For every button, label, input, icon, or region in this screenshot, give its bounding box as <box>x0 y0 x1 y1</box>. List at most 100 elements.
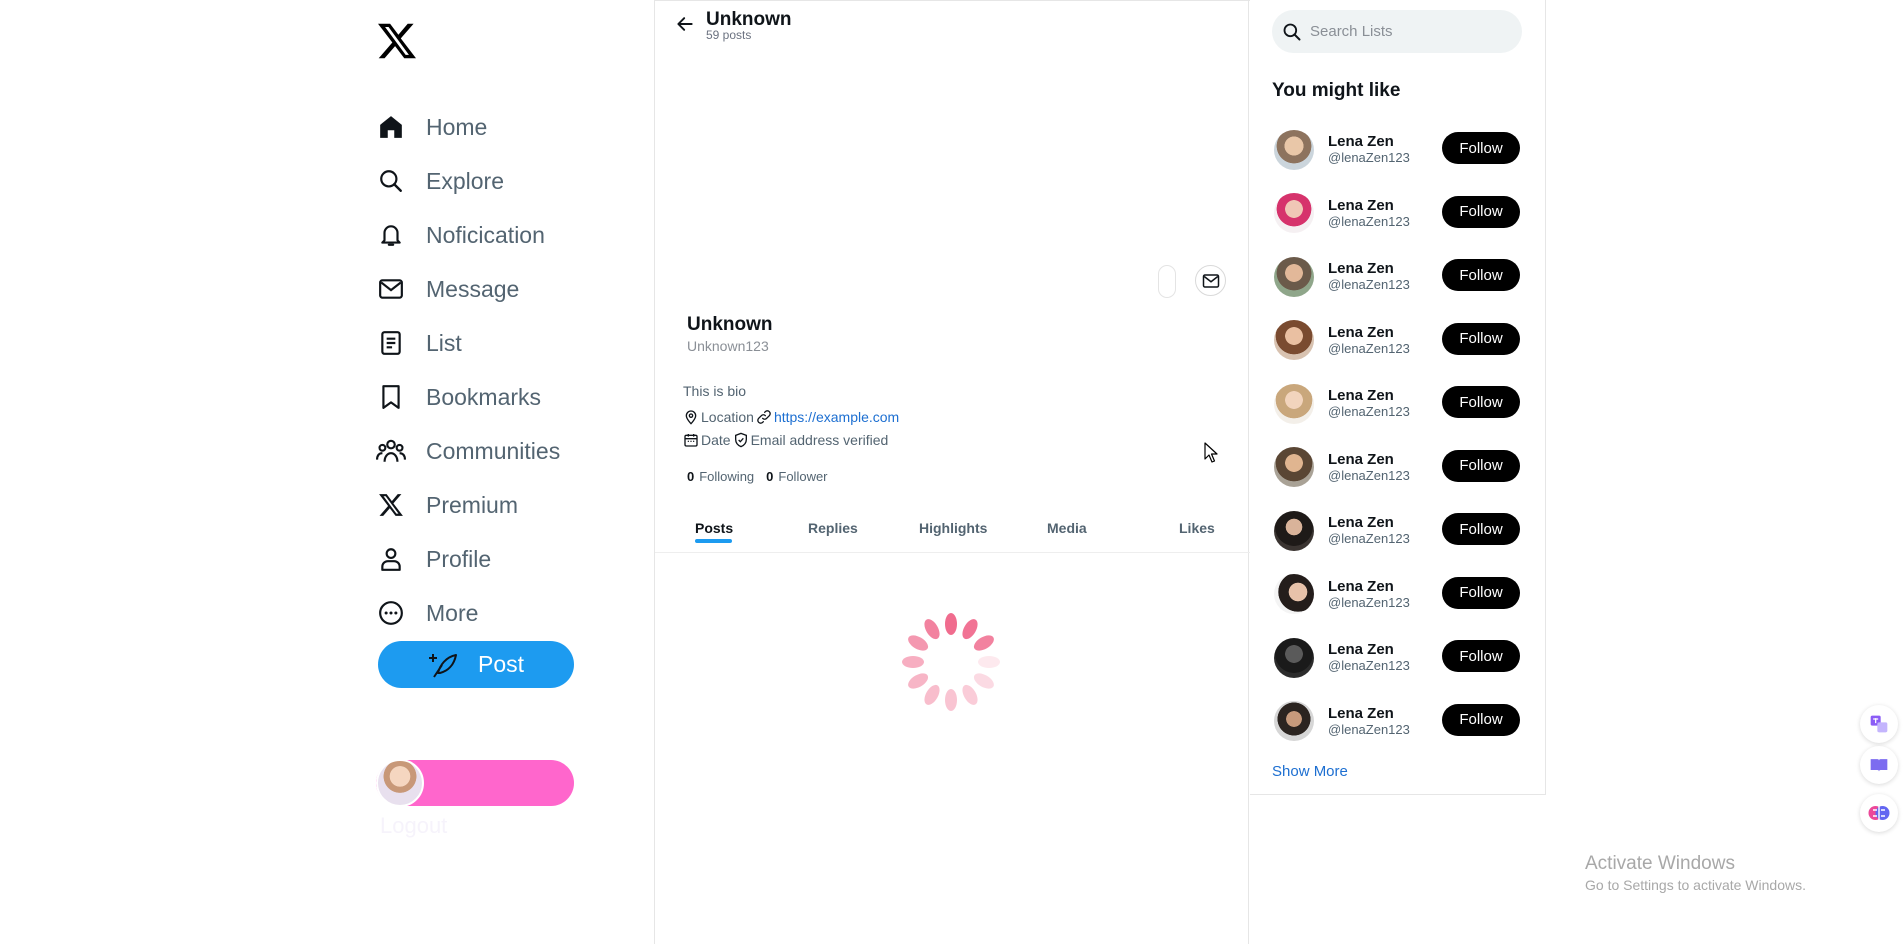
suggestion-name: Lena Zen <box>1328 577 1394 595</box>
search-bar[interactable] <box>1272 10 1522 53</box>
avatar <box>1274 193 1314 234</box>
list-item[interactable]: Lena Zen @lenaZen123 Follow <box>1274 372 1534 436</box>
people-icon <box>376 436 406 466</box>
profile-column: Unknown 59 posts Unknown Unknown123 This… <box>654 0 1250 944</box>
nav-item-label: Explore <box>426 167 504 194</box>
list-item[interactable]: Lena Zen @lenaZen123 Follow <box>1274 309 1534 373</box>
follow-button[interactable]: Follow <box>1442 449 1520 482</box>
follow-button[interactable]: Follow <box>1442 259 1520 291</box>
tab-replies[interactable]: Replies <box>808 510 858 546</box>
list-item[interactable]: Lena Zen @lenaZen123 Follow <box>1274 118 1534 182</box>
follow-button[interactable]: Follow <box>1442 322 1520 355</box>
follow-button[interactable]: Follow <box>1442 703 1520 736</box>
nav-item-home[interactable]: Home <box>376 100 596 154</box>
profile-meta-row: Date Email address verified <box>683 432 888 448</box>
suggestion-text: Lena Zen @lenaZen123 <box>1328 704 1443 737</box>
post-button[interactable]: Post <box>378 641 574 688</box>
suggestion-name: Lena Zen <box>1328 260 1394 278</box>
x-logo-icon[interactable] <box>376 22 418 60</box>
list-item[interactable]: Lena Zen @lenaZen123 Follow <box>1274 182 1534 246</box>
back-arrow-icon[interactable] <box>675 14 699 38</box>
list-icon <box>376 328 406 358</box>
avatar <box>1274 129 1314 170</box>
envelope-icon <box>376 274 406 304</box>
suggestion-text: Lena Zen @lenaZen123 <box>1328 388 1443 420</box>
profile-tabs: Posts Replies Highlights Media Likes <box>655 510 1250 553</box>
show-more-link[interactable]: Show More <box>1272 763 1348 780</box>
nav-item-notification[interactable]: Noficication <box>376 208 596 262</box>
suggestion-name: Lena Zen <box>1328 196 1394 214</box>
list-item[interactable]: Lena Zen @lenaZen123 Follow <box>1274 563 1534 627</box>
message-button[interactable] <box>1195 265 1226 296</box>
nav-item-premium[interactable]: Premium <box>376 478 596 532</box>
nav-item-label: List <box>426 329 462 356</box>
follow-button[interactable]: Follow <box>1442 640 1520 672</box>
loading-spinner <box>899 610 1003 714</box>
suggestion-name: Lena Zen <box>1328 514 1394 532</box>
follower-link[interactable]: Follower <box>778 469 827 484</box>
profile-handle: Unknown123 <box>687 338 769 354</box>
suggestions-heading: You might like <box>1272 80 1401 101</box>
profile-bio: This is bio <box>683 383 747 399</box>
profile-meta-row: Location https://example.com <box>683 409 899 425</box>
tab-media[interactable]: Media <box>1047 510 1087 546</box>
nav-item-label: Home <box>426 113 488 140</box>
follow-button[interactable]: Follow <box>1442 386 1520 418</box>
follow-button[interactable]: Follow <box>1442 195 1520 228</box>
list-item[interactable]: Lena Zen @lenaZen123 Follow <box>1274 499 1534 563</box>
active-tab-indicator <box>695 539 732 543</box>
nav-item-more[interactable]: More <box>376 586 596 640</box>
avatar <box>376 759 424 807</box>
logout-link[interactable]: Logout <box>380 813 447 839</box>
nav-item-message[interactable]: Message <box>376 262 596 316</box>
suggestion-handle: @lenaZen123 <box>1328 277 1410 293</box>
follow-stats: 0 Following 0 Follower <box>687 469 828 484</box>
suggestion-name: Lena Zen <box>1328 323 1394 341</box>
avatar <box>1274 447 1314 488</box>
list-item[interactable]: Lena Zen @lenaZen123 Follow <box>1274 626 1534 690</box>
reader-book-icon[interactable] <box>1860 746 1898 784</box>
profile-location: Location <box>701 409 754 425</box>
tab-likes[interactable]: Likes <box>1179 510 1215 546</box>
avatar <box>1274 637 1314 678</box>
verified-status: Email address verified <box>750 432 889 448</box>
search-input[interactable] <box>1310 23 1510 40</box>
nav-item-label: Premium <box>426 491 519 518</box>
suggestion-handle: @lenaZen123 <box>1328 213 1410 229</box>
account-switcher[interactable] <box>376 759 574 807</box>
search-icon <box>376 166 406 196</box>
suggestion-text: Lena Zen @lenaZen123 <box>1328 260 1443 293</box>
follow-button[interactable]: Follow <box>1442 513 1520 545</box>
nav-item-bookmarks[interactable]: Bookmarks <box>376 370 596 424</box>
nav-item-profile[interactable]: Profile <box>376 532 596 586</box>
search-icon <box>1282 22 1302 42</box>
list-item[interactable]: Lena Zen @lenaZen123 Follow <box>1274 690 1534 754</box>
suggestion-text: Lena Zen @lenaZen123 <box>1328 577 1443 610</box>
location-pin-icon <box>683 409 699 425</box>
nav-item-label: Bookmarks <box>426 383 542 410</box>
suggestion-text: Lena Zen @lenaZen123 <box>1328 514 1443 547</box>
suggestion-name: Lena Zen <box>1328 133 1394 151</box>
nav-item-label: Message <box>426 275 520 302</box>
follow-button[interactable]: Follow <box>1442 576 1520 609</box>
list-item[interactable]: Lena Zen @lenaZen123 Follow <box>1274 436 1534 500</box>
brain-ai-icon[interactable] <box>1860 794 1898 832</box>
translate-icon[interactable] <box>1860 705 1898 743</box>
avatar <box>1274 574 1314 615</box>
nav-item-explore[interactable]: Explore <box>376 154 596 208</box>
following-link[interactable]: Following <box>699 469 754 484</box>
follow-button[interactable]: Follow <box>1442 132 1520 164</box>
profile-website-link[interactable]: https://example.com <box>774 409 899 425</box>
tab-highlights[interactable]: Highlights <box>919 510 987 546</box>
suggestion-handle: @lenaZen123 <box>1328 531 1410 547</box>
avatar <box>1274 320 1314 361</box>
suggestion-name: Lena Zen <box>1328 704 1394 722</box>
edit-profile-button[interactable] <box>1158 265 1176 298</box>
nav-item-communities[interactable]: Communities <box>376 424 596 478</box>
nav-item-list[interactable]: List <box>376 316 596 370</box>
envelope-icon <box>1202 273 1220 289</box>
list-item[interactable]: Lena Zen @lenaZen123 Follow <box>1274 245 1534 309</box>
nav-item-label: Noficication <box>426 221 545 248</box>
suggestion-text: Lena Zen @lenaZen123 <box>1328 196 1443 229</box>
post-button-label: Post <box>477 651 525 677</box>
